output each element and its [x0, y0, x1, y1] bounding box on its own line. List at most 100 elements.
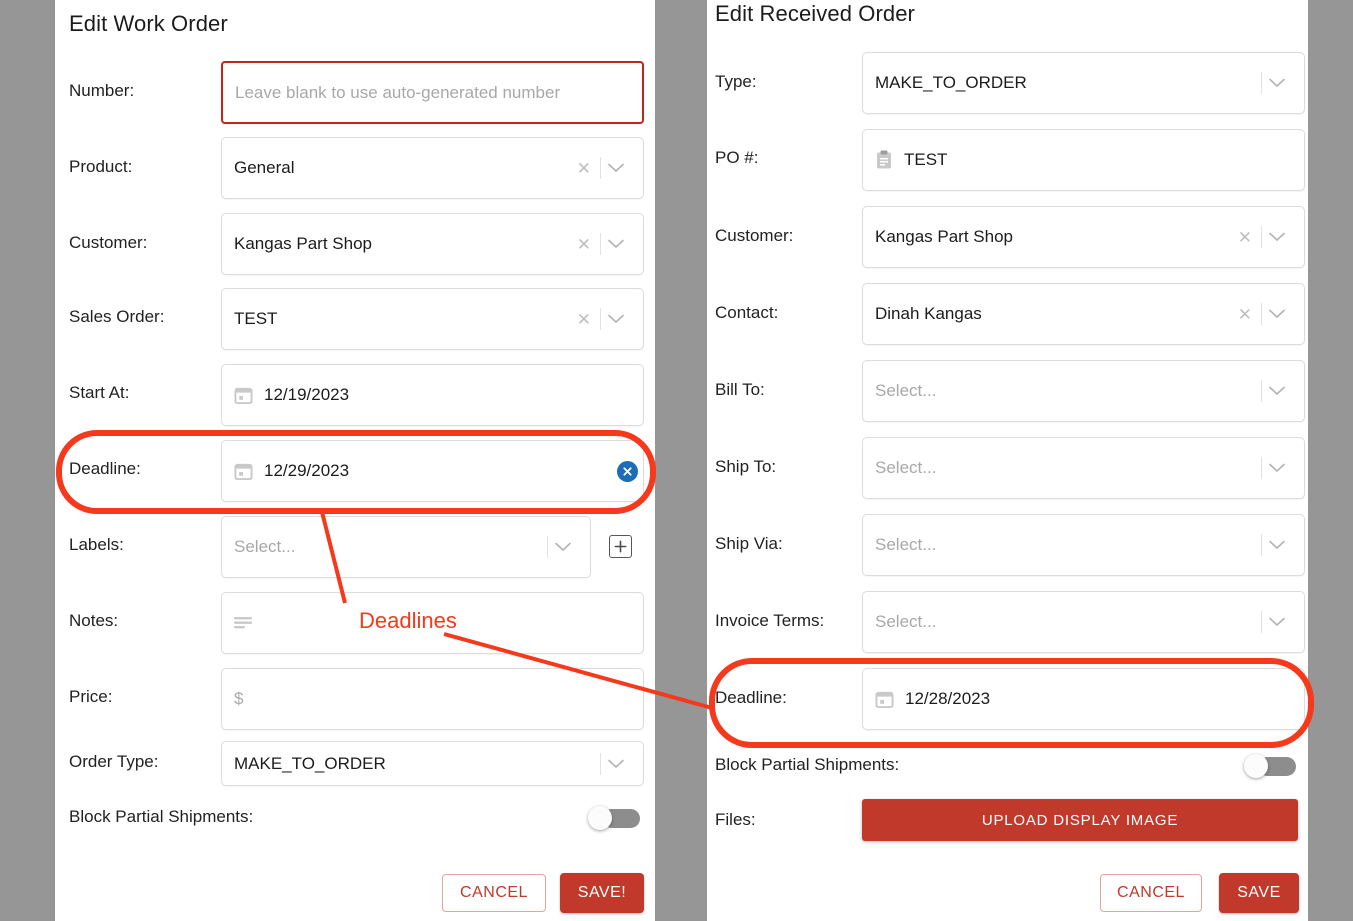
product-select[interactable]: General ✕	[221, 137, 644, 199]
field-row-po-number: PO #:	[715, 148, 758, 168]
bill-to-select[interactable]: Select...	[862, 360, 1305, 422]
field-label-files: Files:	[715, 810, 756, 829]
ship-via-select-placeholder: Select...	[875, 535, 937, 554]
chevron-down-icon[interactable]	[1262, 386, 1292, 396]
toggle-knob	[1244, 754, 1268, 778]
field-row-price: Price:	[69, 687, 112, 707]
order-type-select[interactable]: MAKE_TO_ORDER	[221, 741, 644, 786]
field-row-block-partial-shipments: Block Partial Shipments:	[715, 755, 899, 775]
customer-select[interactable]: Kangas Part Shop ✕	[221, 213, 644, 275]
sales-order-select-value: TEST	[234, 309, 278, 328]
save-button[interactable]: SAVE!	[560, 873, 644, 913]
number-input[interactable]: Leave blank to use auto-generated number	[221, 61, 644, 124]
customer-select-adornments: ✕	[571, 233, 631, 255]
field-label-type: Type:	[715, 72, 757, 91]
field-label-start-at: Start At:	[69, 383, 130, 402]
invoice-terms-select-adornments	[1261, 611, 1292, 633]
customer-select-adornments: ✕	[1232, 226, 1292, 248]
chevron-down-icon[interactable]	[1262, 617, 1292, 627]
chevron-down-icon[interactable]	[1262, 540, 1292, 550]
type-select-adornments	[1261, 72, 1292, 94]
clear-icon[interactable]: ✕	[1232, 306, 1261, 323]
calendar-icon	[234, 386, 253, 405]
field-label-customer: Customer:	[69, 233, 148, 252]
cancel-button[interactable]: CANCEL	[1100, 874, 1202, 912]
type-select-value: MAKE_TO_ORDER	[875, 73, 1027, 92]
sales-order-select-adornments: ✕	[571, 308, 631, 330]
panel-title-work-order: Edit Work Order	[69, 11, 228, 36]
field-label-deadline: Deadline:	[715, 688, 787, 707]
product-select-value: General	[234, 158, 295, 177]
invoice-terms-select[interactable]: Select...	[862, 591, 1305, 653]
field-label-po-number: PO #:	[715, 148, 759, 167]
field-label-block-partial-shipments: Block Partial Shipments:	[69, 807, 254, 826]
type-select[interactable]: MAKE_TO_ORDER	[862, 52, 1305, 114]
order-type-select-adornments	[600, 752, 631, 775]
customer-select-value: Kangas Part Shop	[234, 234, 372, 253]
labels-select[interactable]: Select...	[221, 516, 591, 578]
field-label-notes: Notes:	[69, 611, 119, 630]
po-number-value: TEST	[904, 150, 948, 169]
clear-icon[interactable]: ✕	[1232, 229, 1261, 246]
field-label-ship-to: Ship To:	[715, 457, 777, 476]
field-row-customer: Customer:	[69, 233, 147, 253]
field-row-customer: Customer:	[715, 226, 793, 246]
customer-select-value: Kangas Part Shop	[875, 227, 1013, 246]
block-partial-shipments-toggle[interactable]	[588, 806, 640, 830]
ship-via-select-adornments	[1261, 534, 1292, 556]
save-button[interactable]: SAVE	[1219, 873, 1299, 913]
bill-to-select-adornments	[1261, 380, 1292, 402]
chevron-down-icon[interactable]	[601, 163, 631, 173]
chevron-down-icon[interactable]	[1262, 309, 1292, 319]
cancel-button[interactable]: CANCEL	[442, 874, 546, 912]
clipboard-icon	[875, 150, 893, 170]
chevron-down-icon[interactable]	[601, 314, 631, 324]
ship-via-select[interactable]: Select...	[862, 514, 1305, 576]
field-row-notes: Notes:	[69, 611, 118, 631]
field-label-invoice-terms: Invoice Terms:	[715, 611, 825, 630]
edit-received-order-panel: Edit Received Order Type: MAKE_TO_ORDER …	[707, 0, 1308, 921]
sales-order-select[interactable]: TEST ✕	[221, 288, 644, 350]
contact-select[interactable]: Dinah Kangas ✕	[862, 283, 1305, 345]
customer-select[interactable]: Kangas Part Shop ✕	[862, 206, 1305, 268]
notes-icon	[234, 616, 254, 630]
field-row-order-type: Order Type:	[69, 752, 158, 772]
field-label-sales-order: Sales Order:	[69, 307, 165, 326]
field-row-bill-to: Bill To:	[715, 380, 765, 400]
field-label-price: Price:	[69, 687, 113, 706]
chevron-down-icon[interactable]	[601, 239, 631, 249]
price-input[interactable]: $	[221, 668, 644, 730]
labels-select-adornments	[547, 536, 578, 558]
field-label-number: Number:	[69, 81, 135, 100]
calendar-icon	[234, 462, 253, 481]
deadline-date-value: 12/29/2023	[264, 461, 350, 480]
bill-to-select-placeholder: Select...	[875, 381, 937, 400]
start-at-date-input[interactable]: 12/19/2023	[221, 364, 644, 426]
ship-to-select-placeholder: Select...	[875, 458, 937, 477]
calendar-icon	[875, 690, 894, 709]
field-label-block-partial-shipments: Block Partial Shipments:	[715, 755, 900, 774]
product-select-adornments: ✕	[571, 157, 631, 179]
deadline-date-input[interactable]: 12/28/2023	[862, 668, 1305, 730]
deadline-date-input[interactable]: 12/29/2023	[221, 440, 644, 502]
clear-icon[interactable]: ✕	[571, 311, 600, 328]
field-label-product: Product:	[69, 157, 133, 176]
field-row-ship-to: Ship To:	[715, 457, 776, 477]
annotation-label-deadlines: Deadlines	[359, 608, 457, 633]
add-label-button[interactable]	[609, 535, 632, 558]
chevron-down-icon[interactable]	[1262, 232, 1292, 242]
upload-display-image-button[interactable]: UPLOAD DISPLAY IMAGE	[862, 799, 1298, 841]
block-partial-shipments-toggle[interactable]	[1244, 754, 1296, 778]
field-row-start-at: Start At:	[69, 383, 129, 403]
field-row-deadline: Deadline:	[69, 459, 141, 479]
clear-icon[interactable]: ✕	[571, 236, 600, 253]
chevron-down-icon[interactable]	[548, 542, 578, 552]
chevron-down-icon[interactable]	[1262, 463, 1292, 473]
deadline-clear-button[interactable]	[617, 461, 638, 482]
chevron-down-icon[interactable]	[1262, 78, 1292, 88]
field-label-bill-to: Bill To:	[715, 380, 765, 399]
po-number-input[interactable]: TEST	[862, 129, 1305, 191]
clear-icon[interactable]: ✕	[571, 160, 600, 177]
ship-to-select[interactable]: Select...	[862, 437, 1305, 499]
chevron-down-icon[interactable]	[601, 759, 631, 769]
